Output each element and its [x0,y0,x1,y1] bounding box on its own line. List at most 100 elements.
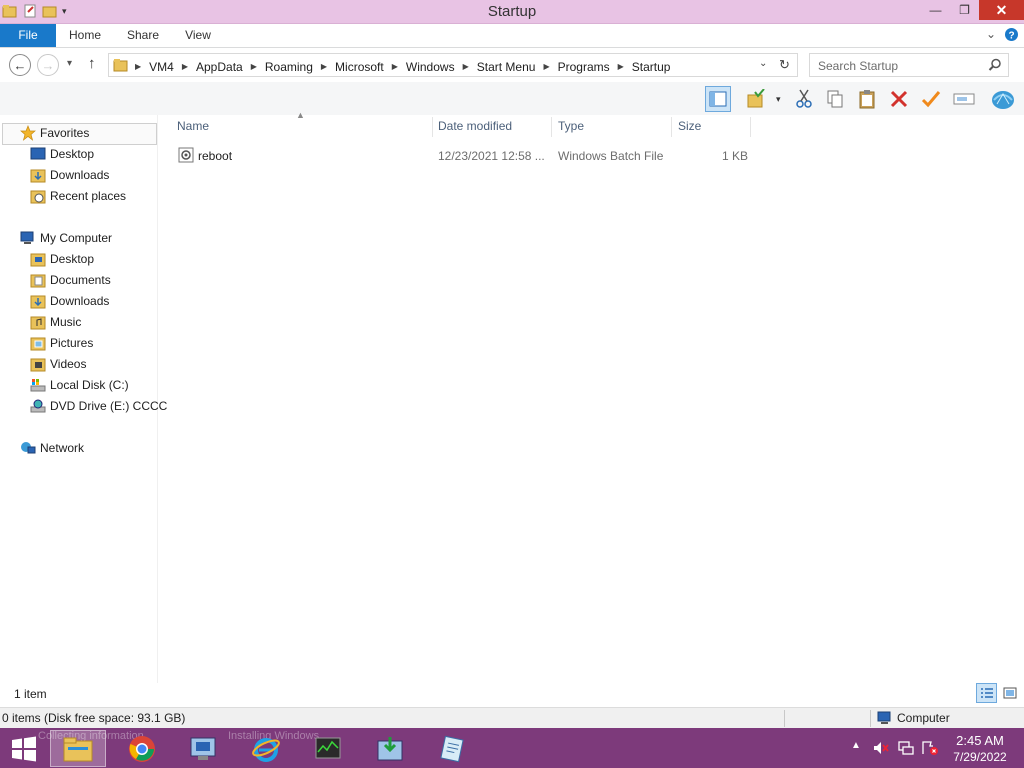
taskbar-chrome[interactable] [114,730,170,767]
breadcrumb-separator[interactable]: ▶ [251,62,257,71]
address-dropdown-icon[interactable]: ⌄ [759,58,767,69]
action-center-alert-icon[interactable] [922,741,938,755]
nav-label: Downloads [50,168,110,182]
nav-label: DVD Drive (E:) CCCC [50,399,168,413]
close-button[interactable]: ✕ [979,0,1024,20]
network-icon [20,440,36,456]
column-header-date-modified[interactable]: Date modified [438,115,512,137]
nav-computer-documents[interactable]: Documents [30,270,111,290]
tab-view[interactable]: View [178,24,218,47]
ribbon-tabs: File Home Share View ⌄ ? [0,24,1024,48]
nav-label: Videos [50,357,87,371]
nav-computer-desktop[interactable]: Desktop [30,249,94,269]
nav-computer-dvd-drive[interactable]: DVD Drive (E:) CCCC [30,396,167,416]
batch-file-icon [178,147,194,166]
taskbar-notepad[interactable] [424,730,480,767]
column-header-type[interactable]: Type [558,115,584,137]
desktop-icon [30,146,46,162]
nav-favorites[interactable]: Favorites [20,123,89,143]
nav-label: Desktop [50,252,95,266]
navigation-pane-button[interactable] [705,86,731,112]
recent-places-icon [30,188,46,204]
help-icon[interactable]: ? [1004,27,1019,45]
column-divider[interactable] [671,117,672,137]
status-divider [784,710,785,727]
taskbar-installer[interactable] [362,730,418,767]
star-icon [20,125,36,141]
show-hidden-icons-icon[interactable]: ▲ [851,740,861,751]
nav-computer-music[interactable]: Music [30,312,81,332]
column-header-name[interactable]: Name [177,115,209,137]
breadcrumb-microsoft[interactable]: Microsoft [333,60,386,74]
nav-computer-pictures[interactable]: Pictures [30,333,93,353]
breadcrumb-separator[interactable]: ▶ [182,62,188,71]
navigation-pane: Favorites Desktop Downloads Recent place… [0,115,167,683]
command-toolbar: ▾ [0,82,1024,115]
copy-icon[interactable] [822,86,848,112]
address-row: ← → ▾ ↑ ▶ VM4 ▶ AppData ▶ Roaming ▶ Micr… [0,48,1024,82]
breadcrumb-programs[interactable]: Programs [556,60,612,74]
volume-muted-icon[interactable] [873,741,889,755]
shell-icon[interactable] [990,86,1016,112]
nav-my-computer[interactable]: My Computer [20,228,112,248]
nav-favorites-downloads[interactable]: Downloads [30,165,109,185]
nav-favorites-desktop[interactable]: Desktop [30,144,94,164]
nav-computer-local-disk[interactable]: Local Disk (C:) [30,375,129,395]
column-header-size[interactable]: Size [678,115,701,137]
taskbar-file-explorer[interactable] [50,730,106,767]
options-dropdown-icon[interactable]: ▾ [776,94,781,105]
taskbar-network-app[interactable] [175,730,231,767]
recent-locations-icon[interactable]: ▾ [67,58,72,69]
breadcrumb-windows[interactable]: Windows [404,60,457,74]
refresh-icon[interactable]: ↻ [779,57,790,73]
breadcrumb-separator[interactable]: ▶ [392,62,398,71]
nav-favorites-recent-places[interactable]: Recent places [30,186,126,206]
breadcrumb-separator[interactable]: ▶ [543,62,549,71]
taskbar-internet-explorer[interactable] [238,730,294,767]
tab-home[interactable]: Home [62,24,108,47]
network-tray-icon[interactable] [898,741,914,755]
breadcrumb-separator[interactable]: ▶ [463,62,469,71]
column-divider[interactable] [551,117,552,137]
column-divider[interactable] [432,117,433,137]
details-view-button[interactable] [976,683,997,703]
nav-label: Downloads [50,294,110,308]
breadcrumb-separator[interactable]: ▶ [321,62,327,71]
up-arrow-icon[interactable]: ↑ [88,55,96,72]
file-row[interactable]: reboot 12/23/2021 12:58 ... Windows Batc… [174,145,754,167]
search-box[interactable]: Search Startup [809,53,1009,77]
breadcrumb-separator[interactable]: ▶ [135,62,141,71]
apply-checkmark-icon[interactable] [918,86,944,112]
large-icons-view-button[interactable] [999,683,1020,703]
column-divider[interactable] [750,117,751,137]
taskbar-task-manager[interactable] [300,730,356,767]
breadcrumb-startup[interactable]: Startup [630,60,673,74]
breadcrumb-roaming[interactable]: Roaming [263,60,315,74]
breadcrumb-separator[interactable]: ▶ [618,62,624,71]
dvd-drive-icon [30,398,46,414]
nav-computer-downloads[interactable]: Downloads [30,291,109,311]
breadcrumb-start-menu[interactable]: Start Menu [475,60,538,74]
minimize-button[interactable]: — [921,0,950,20]
search-icon[interactable] [988,58,1002,75]
tab-share[interactable]: Share [120,24,166,47]
cut-icon[interactable] [791,86,817,112]
sort-ascending-icon: ▲ [296,110,305,120]
delete-icon[interactable] [886,86,912,112]
back-button[interactable]: ← [9,54,31,76]
forward-button[interactable]: → [37,54,59,76]
nav-network[interactable]: Network [20,438,84,458]
breadcrumb-vm4[interactable]: VM4 [147,60,176,74]
clock[interactable]: 2:45 AM 7/29/2022 [944,733,1016,765]
restore-button[interactable]: ❐ [950,0,979,20]
nav-computer-videos[interactable]: Videos [30,354,86,374]
address-bar[interactable]: ▶ VM4 ▶ AppData ▶ Roaming ▶ Microsoft ▶ … [108,53,798,77]
expand-ribbon-icon[interactable]: ⌄ [986,27,996,41]
select-folder-icon[interactable] [744,86,770,112]
search-input[interactable]: Search Startup [818,59,898,73]
rename-icon[interactable] [951,86,977,112]
breadcrumb-appdata[interactable]: AppData [194,60,245,74]
tab-file[interactable]: File [0,24,56,47]
paste-icon[interactable] [854,86,880,112]
view-switcher [976,683,1020,703]
